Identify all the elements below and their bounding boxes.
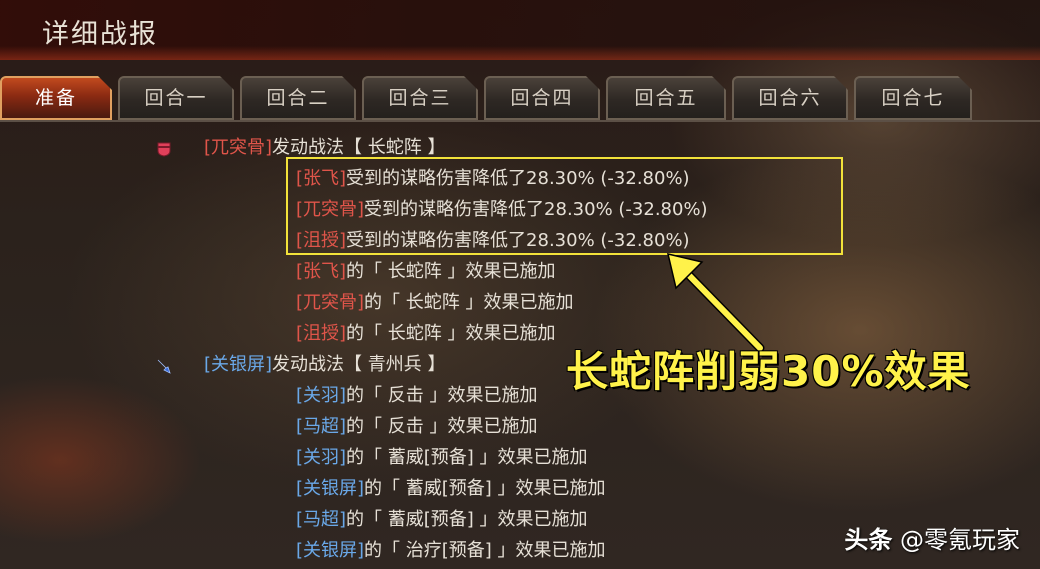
- log-text: 发动战法【 长蛇阵 】: [272, 137, 446, 158]
- watermark-brand: 头条: [844, 526, 893, 554]
- blue-spear-icon: [156, 358, 172, 374]
- page-title: 详细战报: [42, 19, 158, 50]
- battle-report-screen: 详细战报 准备 回合一 回合二 回合三 回合四 回合五 回合六 回合七 [兀突骨…: [0, 0, 1040, 569]
- log-line: [关银屏]发动战法【 青州兵 】: [204, 350, 446, 380]
- log-line: [马超]的「 蓄威[预备] 」效果已施加: [296, 505, 588, 535]
- general-name: [关银屏]: [296, 540, 365, 561]
- log-line: [马超]的「 反击 」效果已施加: [296, 412, 538, 442]
- log-text: 的「 治疗[预备] 」效果已施加: [364, 540, 606, 561]
- general-name: [关银屏]: [296, 478, 365, 499]
- general-name: [关羽]: [296, 385, 347, 406]
- tab-round-6[interactable]: 回合六: [732, 76, 848, 120]
- annotation-text: 长蛇阵削弱30%效果: [566, 347, 971, 396]
- tab-round-4[interactable]: 回合四: [484, 76, 600, 120]
- log-text: 的「 长蛇阵 」效果已施加: [346, 323, 556, 344]
- general-name: [兀突骨]: [296, 292, 365, 313]
- log-line: [兀突骨]的「 长蛇阵 」效果已施加: [296, 288, 574, 318]
- log-text: 的「 长蛇阵 」效果已施加: [346, 261, 556, 282]
- log-text: 的「 反击 」效果已施加: [346, 416, 538, 437]
- log-text: 的「 蓄威[预备] 」效果已施加: [346, 447, 588, 468]
- highlight-box: [286, 157, 843, 255]
- log-line: [沮授]的「 长蛇阵 」效果已施加: [296, 319, 556, 349]
- watermark-handle: @零氪玩家: [900, 526, 1020, 554]
- general-name: [兀突骨]: [204, 137, 273, 158]
- general-name: [关羽]: [296, 447, 347, 468]
- log-text: 的「 反击 」效果已施加: [346, 385, 538, 406]
- general-name: [沮授]: [296, 323, 347, 344]
- log-text: 发动战法【 青州兵 】: [272, 354, 446, 375]
- general-name: [张飞]: [296, 261, 347, 282]
- general-name: [马超]: [296, 509, 347, 530]
- tab-prepare[interactable]: 准备: [0, 76, 112, 120]
- tab-round-7[interactable]: 回合七: [854, 76, 972, 120]
- watermark: 头条 @零氪玩家: [844, 520, 1020, 555]
- log-text: 的「 蓄威[预备] 」效果已施加: [364, 478, 606, 499]
- general-name: [关银屏]: [204, 354, 273, 375]
- log-line: [关羽]的「 反击 」效果已施加: [296, 381, 538, 411]
- general-name: [马超]: [296, 416, 347, 437]
- tab-round-1[interactable]: 回合一: [118, 76, 234, 120]
- red-shield-icon: [156, 141, 172, 157]
- title-bar: 详细战报: [0, 0, 1040, 60]
- tab-round-3[interactable]: 回合三: [362, 76, 478, 120]
- log-line: [关银屏]的「 治疗[预备] 」效果已施加: [296, 536, 606, 566]
- log-line: [张飞]的「 长蛇阵 」效果已施加: [296, 257, 556, 287]
- log-line: [关羽]的「 蓄威[预备] 」效果已施加: [296, 443, 588, 473]
- log-line: [关银屏]的「 蓄威[预备] 」效果已施加: [296, 474, 606, 504]
- round-tab-bar: 准备 回合一 回合二 回合三 回合四 回合五 回合六 回合七: [0, 76, 1040, 122]
- log-text: 的「 长蛇阵 」效果已施加: [364, 292, 574, 313]
- tab-round-5[interactable]: 回合五: [606, 76, 726, 120]
- tab-round-2[interactable]: 回合二: [240, 76, 356, 120]
- log-text: 的「 蓄威[预备] 」效果已施加: [346, 509, 588, 530]
- tab-divider: [0, 120, 1040, 122]
